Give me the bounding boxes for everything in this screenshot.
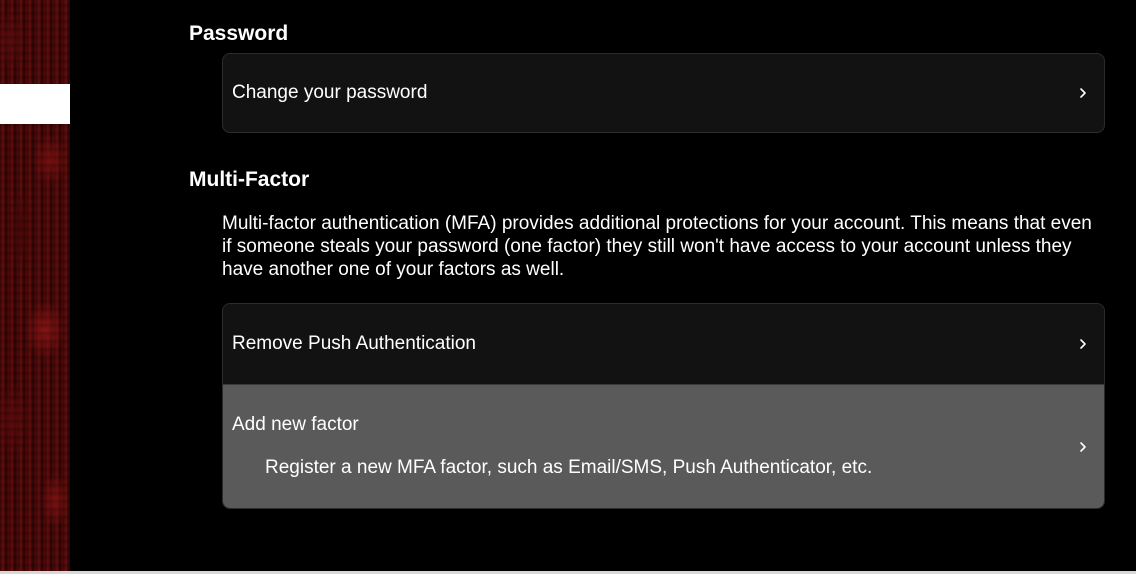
chevron-right-icon [1080, 339, 1086, 349]
password-heading: Password [189, 22, 289, 45]
chevron-right-icon [1080, 442, 1086, 452]
change-password-button[interactable]: Change your password [223, 54, 1104, 132]
add-new-factor-label: Add new factor [232, 414, 359, 435]
remove-push-authentication-button[interactable]: Remove Push Authentication [223, 304, 1104, 385]
change-password-label: Change your password [232, 82, 428, 103]
add-new-factor-description: Register a new MFA factor, such as Email… [265, 457, 873, 478]
remove-push-authentication-label: Remove Push Authentication [232, 333, 476, 354]
chevron-right-icon [1080, 88, 1086, 98]
mfa-card: Remove Push Authentication Add new facto… [222, 303, 1105, 509]
add-new-factor-button[interactable]: Add new factor Register a new MFA factor… [223, 385, 1104, 508]
password-card: Change your password [222, 53, 1105, 133]
side-tab-indicator[interactable] [0, 84, 70, 124]
security-settings-page: Password Change your password Multi-Fact… [0, 0, 1136, 574]
multi-factor-heading: Multi-Factor [189, 168, 310, 191]
mfa-description: Multi-factor authentication (MFA) provid… [222, 213, 1092, 280]
